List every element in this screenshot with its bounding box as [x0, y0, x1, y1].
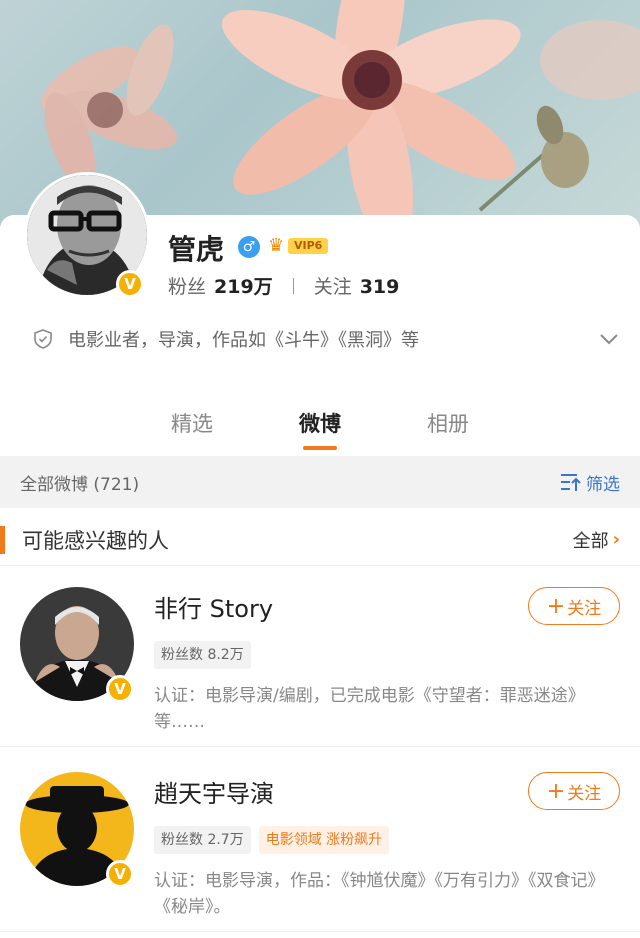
bio-text: 电影业者，导演，作品如《斗牛》《黑洞》等 — [68, 330, 419, 351]
recommend-title: 可能感兴趣的人 — [22, 528, 169, 553]
chevron-right-icon: › — [612, 529, 620, 550]
trending-tag: 电影领域 涨粉飙升 — [258, 826, 390, 854]
follow-label: 关注 — [567, 598, 602, 619]
user-name[interactable]: 趙天宇导演 — [154, 774, 274, 809]
following-label: 关注 — [313, 276, 352, 298]
chevron-down-icon[interactable] — [598, 328, 620, 350]
follow-label: 关注 — [567, 783, 602, 804]
user-tags: 粉丝数 2.7万 电影领域 涨粉飙升 — [154, 826, 397, 854]
weibo-count-label[interactable]: 全部微博 (721) — [20, 470, 139, 495]
filter-label: 筛选 — [586, 474, 620, 495]
vip-level: VIP6 — [288, 238, 329, 254]
recommend-all-link[interactable]: 全部 › — [573, 527, 620, 553]
tab-featured[interactable]: 精选 — [128, 400, 256, 456]
fans-stat[interactable]: 粉丝 219万 — [168, 272, 273, 299]
verified-badge-icon: V — [106, 675, 134, 703]
tab-weibo[interactable]: 微博 — [256, 400, 384, 456]
list-item[interactable]: V 非行 Story + 关注 粉丝数 8.2万 认证：电影导演/编剧，已完成电… — [0, 567, 640, 747]
fans-count: 219万 — [214, 276, 273, 298]
recommend-header: 可能感兴趣的人 全部 › — [0, 514, 640, 566]
user-tags: 粉丝数 8.2万 — [154, 641, 259, 669]
verified-badge-icon: V — [106, 860, 134, 888]
crown-icon: ♛ — [268, 235, 285, 256]
shield-icon — [34, 329, 52, 349]
fans-label: 粉丝 — [168, 276, 207, 298]
follow-button[interactable]: + 关注 — [528, 587, 620, 625]
user-description: 认证：电影导演，作品：《钟馗伏魔》《万有引力》《双食记》《秘岸》。 — [154, 871, 605, 917]
recommend-all-label: 全部 — [572, 530, 609, 552]
filter-button[interactable]: 筛选 — [560, 470, 620, 495]
tab-album[interactable]: 相册 — [384, 400, 512, 456]
following-count: 319 — [359, 276, 400, 298]
verified-badge-icon: V — [116, 270, 144, 298]
user-description: 认证：电影导演/编剧，已完成电影《守望者：罪恶迷途》等…… — [154, 686, 585, 732]
male-icon: ♂ — [238, 236, 260, 258]
user-name[interactable]: 非行 Story — [154, 589, 273, 624]
plus-icon: + — [546, 593, 566, 619]
vip-badge[interactable]: ♛ VIP6 — [268, 235, 329, 257]
plus-icon: + — [546, 778, 566, 804]
profile-tabs: 精选 微博 相册 — [0, 400, 640, 456]
weibo-filter-bar: 全部微博 (721) 筛选 — [0, 456, 640, 508]
filter-icon — [561, 474, 581, 491]
profile-stats: 粉丝 219万 关注 319 — [168, 272, 399, 299]
profile-bio[interactable]: 电影业者，导演，作品如《斗牛》《黑洞》等 — [32, 322, 620, 356]
following-stat[interactable]: 关注 319 — [314, 272, 400, 299]
profile-name: 管虎 — [168, 233, 225, 266]
fans-tag: 粉丝数 2.7万 — [154, 826, 251, 854]
stats-divider — [292, 277, 294, 294]
list-item[interactable]: V 趙天宇导演 + 关注 粉丝数 2.7万 电影领域 涨粉飙升 认证：电影导演，… — [0, 752, 640, 932]
fans-tag: 粉丝数 8.2万 — [154, 641, 251, 669]
follow-button[interactable]: + 关注 — [528, 772, 620, 810]
